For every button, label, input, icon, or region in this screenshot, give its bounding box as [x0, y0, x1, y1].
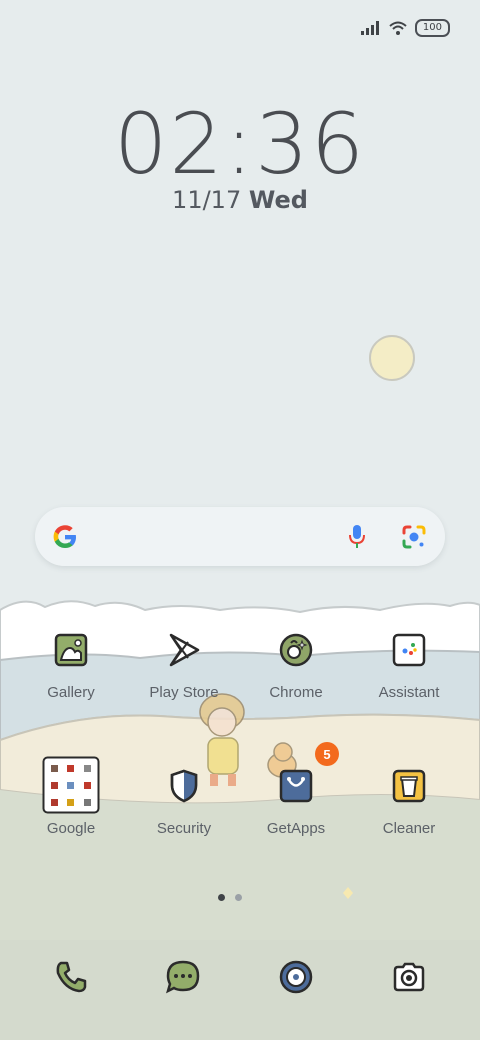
app-cleaner[interactable]: Cleaner: [354, 764, 464, 837]
clock-time[interactable]: 02:36: [0, 95, 480, 193]
app-label: Gallery: [47, 684, 95, 701]
mic-icon[interactable]: [347, 524, 367, 550]
messages-icon[interactable]: [161, 955, 205, 999]
app-label: Chrome: [269, 684, 323, 701]
status-bar: 100: [360, 14, 450, 42]
wifi-icon: [389, 21, 407, 35]
app-gallery[interactable]: Gallery: [16, 628, 126, 701]
assistant-icon: [387, 628, 431, 672]
page-indicator[interactable]: [218, 894, 242, 901]
lens-icon[interactable]: [401, 524, 427, 550]
app-label: GetApps: [266, 820, 326, 837]
cleaner-icon: [387, 764, 431, 808]
app-chrome[interactable]: Chrome: [241, 628, 351, 701]
app-label: Assistant: [378, 684, 440, 701]
music-icon[interactable]: [274, 955, 318, 999]
app-play-store[interactable]: Play Store: [129, 628, 239, 701]
gallery-icon: [49, 628, 93, 672]
app-security[interactable]: Security: [129, 764, 239, 837]
signal-icon: [360, 21, 379, 35]
weekday-text: Wed: [248, 186, 308, 214]
app-label: Play Store: [149, 684, 219, 701]
phone-icon[interactable]: [49, 955, 93, 999]
page-dot-2[interactable]: [235, 894, 242, 901]
google-search-bar[interactable]: [35, 507, 445, 566]
page-dot-1[interactable]: [218, 894, 225, 901]
google-g-icon: [53, 525, 76, 548]
app-getapps[interactable]: GetApps: [241, 764, 351, 837]
app-label: Cleaner: [382, 820, 436, 837]
battery-indicator: 100: [414, 19, 450, 37]
clock-date[interactable]: 11/17 Wed: [0, 186, 480, 214]
app-label: Security: [156, 820, 212, 837]
play-store-icon: [162, 628, 206, 672]
chrome-icon: [274, 628, 318, 672]
date-text: 11/17: [172, 186, 242, 214]
security-icon: [162, 764, 206, 808]
google-folder-icon: [42, 756, 100, 814]
sun: [369, 335, 415, 381]
app-google-folder[interactable]: Google: [16, 756, 126, 837]
app-label: Google: [46, 820, 96, 837]
getapps-icon: [274, 764, 318, 808]
notification-badge: 5: [315, 742, 339, 766]
app-assistant[interactable]: Assistant: [354, 628, 464, 701]
camera-icon[interactable]: [387, 955, 431, 999]
